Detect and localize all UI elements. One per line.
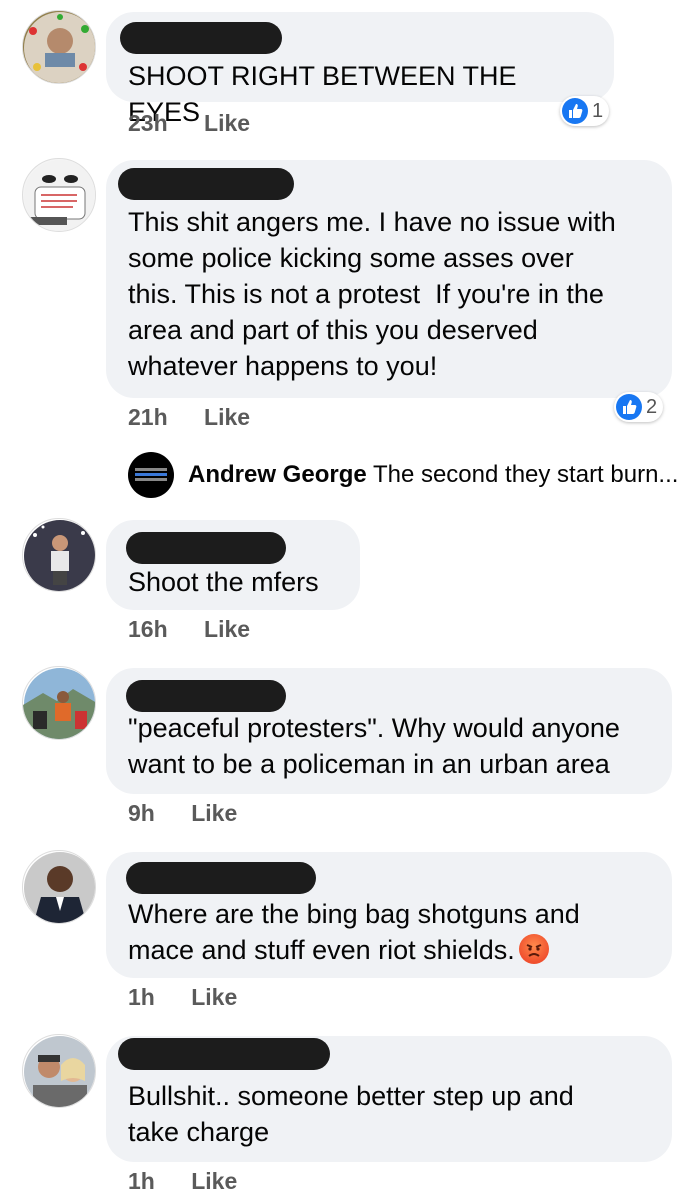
thumbs-up-icon — [616, 394, 642, 420]
comment-text-body: Where are the bing bag shotguns and mace… — [128, 899, 580, 965]
avatar[interactable] — [22, 518, 96, 592]
reply-author[interactable]: Andrew George — [188, 461, 367, 488]
like-button[interactable]: Like — [191, 800, 237, 826]
comment-meta: 16h Like — [128, 616, 250, 643]
like-button[interactable]: Like — [204, 110, 250, 136]
like-button[interactable]: Like — [191, 984, 237, 1010]
comment-text: Bullshit.. someone better step up and ta… — [128, 1081, 574, 1147]
comment-bubble: SHOOT RIGHT BETWEEN THE EYES — [106, 12, 614, 127]
avatar-photo — [24, 852, 95, 923]
comment-time[interactable]: 1h — [128, 984, 155, 1010]
reply-snippet: The second they start burn... — [372, 461, 679, 488]
redacted-name — [118, 168, 294, 200]
reply-preview[interactable]: Andrew George The second they start burn… — [128, 452, 678, 498]
comment-meta: 9h Like — [128, 800, 237, 827]
reaction-count[interactable]: 1 — [560, 96, 610, 126]
comment-time[interactable]: 16h — [128, 616, 168, 642]
reaction-number: 1 — [592, 99, 604, 122]
avatar[interactable] — [22, 1034, 96, 1108]
comment-time[interactable]: 21h — [128, 404, 168, 430]
avatar[interactable] — [22, 10, 96, 84]
like-button[interactable]: Like — [204, 404, 250, 430]
redacted-name — [126, 680, 286, 712]
avatar[interactable] — [22, 666, 96, 740]
comment-text: Shoot the mfers — [128, 567, 319, 597]
redacted-name — [126, 862, 316, 894]
comment-text: "peaceful protesters". Why would anyone … — [128, 713, 620, 779]
reply-avatar[interactable] — [128, 452, 174, 498]
avatar[interactable] — [22, 158, 96, 232]
comment-time[interactable]: 23h — [128, 110, 168, 136]
comment-bubble: Bullshit.. someone better step up and ta… — [106, 1036, 672, 1162]
angry-face-icon — [518, 934, 549, 964]
avatar-photo — [24, 1036, 95, 1107]
comment-meta: 1h Like — [128, 1168, 237, 1195]
comment-bubble: Where are the bing bag shotguns and mace… — [106, 852, 672, 978]
comment-text: Where are the bing bag shotguns and mace… — [128, 896, 654, 968]
comment-time[interactable]: 9h — [128, 800, 155, 826]
comment-meta: 1h Like — [128, 984, 237, 1011]
comment-bubble: "peaceful protesters". Why would anyone … — [106, 668, 672, 794]
like-button[interactable]: Like — [204, 616, 250, 642]
avatar[interactable] — [22, 850, 96, 924]
comment-bubble: This shit angers me. I have no issue wit… — [106, 160, 672, 398]
avatar-photo — [23, 668, 95, 739]
like-button[interactable]: Like — [191, 1168, 237, 1194]
comment-text: This shit angers me. I have no issue wit… — [128, 207, 616, 381]
comment-meta: 21h Like — [128, 404, 250, 431]
reaction-number: 2 — [646, 395, 658, 418]
redacted-name — [126, 532, 286, 564]
avatar-photo — [24, 520, 95, 591]
reply-text: Andrew George The second they start burn… — [188, 461, 678, 489]
comment-meta: 23h Like — [128, 110, 250, 137]
avatar-photo — [24, 160, 95, 231]
reaction-count[interactable]: 2 — [614, 392, 664, 422]
comment-time[interactable]: 1h — [128, 1168, 155, 1194]
redacted-name — [120, 22, 282, 54]
reply-avatar-logo — [135, 468, 167, 481]
redacted-name — [118, 1038, 330, 1070]
avatar-photo — [24, 12, 95, 83]
thumbs-up-icon — [562, 98, 588, 124]
comment-bubble: Shoot the mfers — [106, 520, 360, 610]
